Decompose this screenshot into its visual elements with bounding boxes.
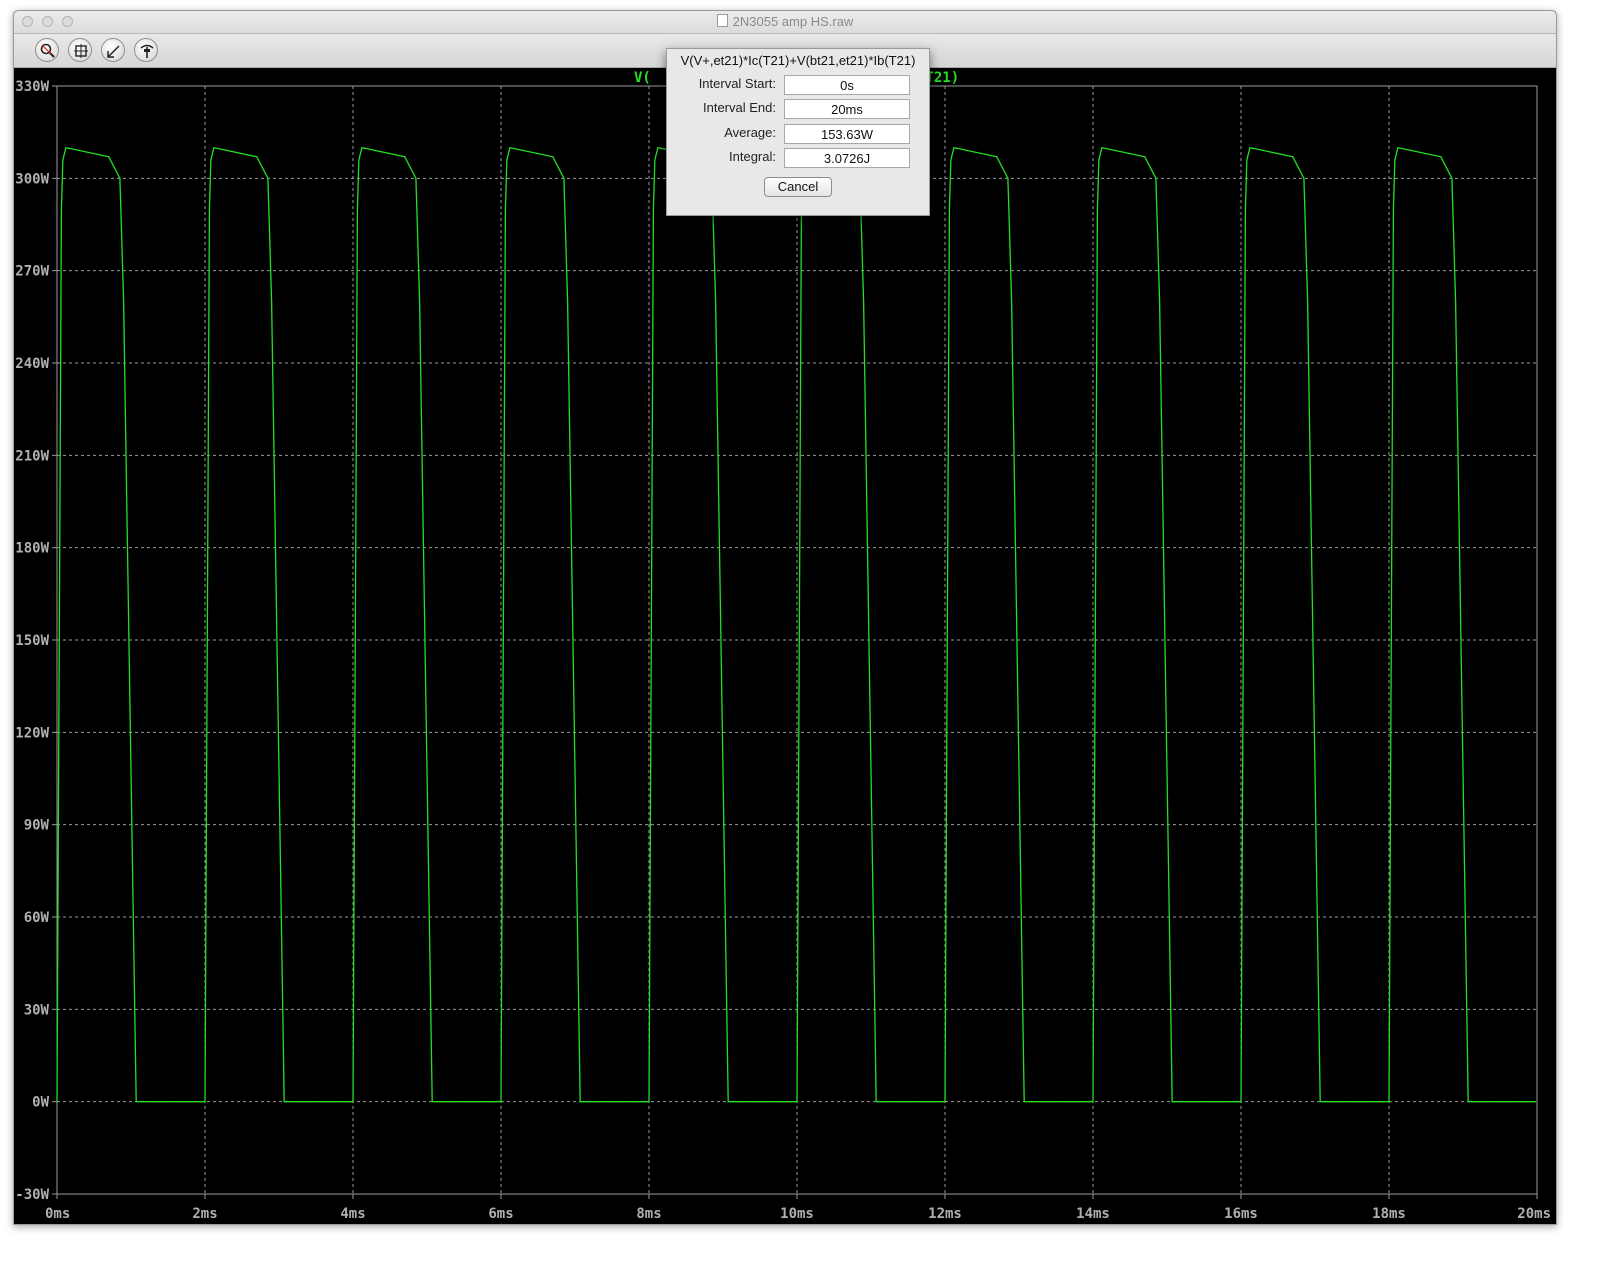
x-tick-label: 12ms bbox=[928, 1206, 962, 1222]
average-label: Average: bbox=[724, 125, 776, 140]
y-tick-label: 210W bbox=[15, 448, 49, 464]
interval-start-label: Interval Start: bbox=[698, 76, 776, 91]
y-tick-label: 0W bbox=[32, 1095, 49, 1111]
interval-end-field[interactable]: 20ms bbox=[784, 99, 910, 119]
x-tick-label: 20ms bbox=[1517, 1206, 1551, 1222]
y-tick-label: 150W bbox=[15, 633, 49, 649]
power-trace bbox=[56, 146, 1536, 1103]
x-tick-label: 0ms bbox=[45, 1206, 70, 1222]
x-tick-label: 4ms bbox=[340, 1206, 365, 1222]
integral-value: 3.0726J bbox=[784, 148, 910, 168]
y-tick-label: 240W bbox=[15, 356, 49, 372]
x-tick-label: 10ms bbox=[780, 1206, 814, 1222]
title-bar[interactable]: 2N3055 amp HS.raw bbox=[14, 11, 1556, 34]
y-tick-label: 300W bbox=[15, 171, 49, 187]
probe-button[interactable] bbox=[134, 38, 158, 62]
y-tick-label: -30W bbox=[15, 1187, 49, 1203]
probe-icon bbox=[140, 44, 154, 58]
document-icon bbox=[716, 14, 728, 27]
trace-label-left: V( bbox=[634, 70, 651, 86]
zoom-back-button[interactable] bbox=[101, 38, 125, 62]
y-tick-label: 180W bbox=[15, 541, 49, 557]
window-title-text: 2N3055 amp HS.raw bbox=[732, 14, 854, 29]
x-tick-label: 2ms bbox=[192, 1206, 217, 1222]
waveform-plot[interactable]: 330W 300W 270W 240W 210W 180W 150W 120W 90W 60W 30… bbox=[14, 68, 1556, 1224]
y-tick-label: 120W bbox=[15, 725, 49, 741]
zoom-button[interactable] bbox=[35, 38, 59, 62]
plot-canvas[interactable]: 330W 300W 270W 240W 210W 180W 150W 120W 90W 60W 30… bbox=[14, 68, 1556, 1224]
interval-end-label: Interval End: bbox=[703, 100, 776, 115]
x-tick-label: 6ms bbox=[488, 1206, 513, 1222]
x-tick-label: 18ms bbox=[1372, 1206, 1406, 1222]
dialog-expression: V(V+,et21)*Ic(T21)+V(bt21,et21)*Ib(T21) bbox=[680, 53, 916, 68]
x-tick-label: 14ms bbox=[1076, 1206, 1110, 1222]
x-tick-label: 8ms bbox=[636, 1206, 661, 1222]
app-window: 2N3055 amp HS.raw 330W 300W 270W 240W 210W 18… bbox=[13, 10, 1557, 1225]
average-value: 153.63W bbox=[784, 124, 910, 144]
y-tick-label: 330W bbox=[15, 79, 49, 95]
window-title: 2N3055 amp HS.raw bbox=[14, 14, 1556, 29]
interval-start-field[interactable]: 0s bbox=[784, 75, 910, 95]
y-tick-label: 90W bbox=[24, 818, 50, 834]
cancel-button[interactable]: Cancel bbox=[764, 177, 832, 197]
y-tick-label: 60W bbox=[24, 910, 50, 926]
zoom-back-icon bbox=[107, 45, 120, 58]
zoom-icon bbox=[40, 43, 55, 58]
interval-integration-dialog: V(V+,et21)*Ic(T21)+V(bt21,et21)*Ib(T21) … bbox=[666, 48, 930, 216]
autorange-button[interactable] bbox=[68, 38, 92, 62]
y-tick-label: 30W bbox=[24, 1002, 50, 1018]
autorange-icon bbox=[74, 44, 88, 58]
integral-label: Integral: bbox=[729, 149, 776, 164]
x-tick-label: 16ms bbox=[1224, 1206, 1258, 1222]
y-tick-label: 270W bbox=[15, 264, 49, 280]
